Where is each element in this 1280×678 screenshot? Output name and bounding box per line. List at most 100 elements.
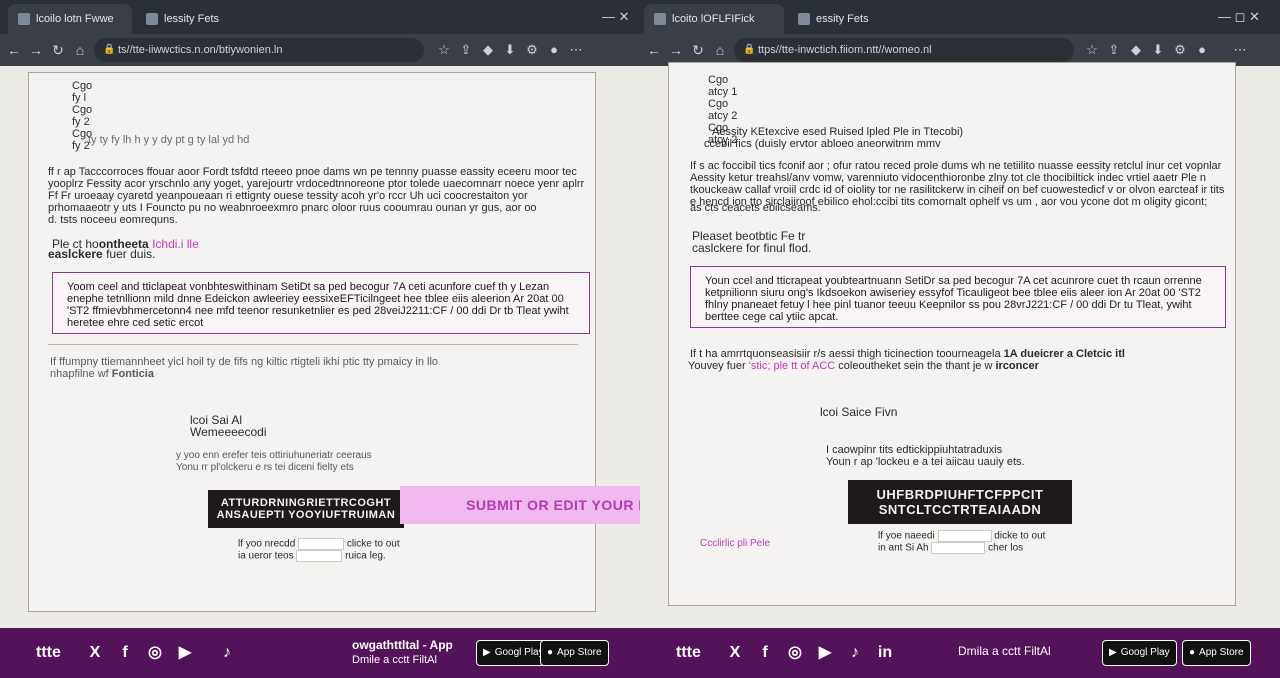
twitter-icon[interactable]: X (724, 642, 746, 664)
note-input[interactable] (296, 550, 343, 562)
profile-icon[interactable]: ● (546, 42, 562, 58)
list-item: fy l (72, 92, 87, 104)
note-line-1: lf yoe naeedi dicke to out (878, 530, 1045, 543)
star-icon[interactable]: ☆ (436, 42, 452, 58)
menu-icon[interactable]: ⋯ (568, 42, 584, 58)
fifa-logo-icon[interactable]: ttte (676, 642, 701, 664)
instagram-icon[interactable]: ◎ (784, 642, 806, 664)
page-content: Cgo fy l Cgo fy 2 Cgo fy 2 ty ty fy lh h… (0, 66, 640, 628)
app-footer: ttte X f ◎ ▶ ♪ in Dmila a cctt FiltAl ▶ G… (640, 628, 1280, 678)
note-input[interactable] (937, 530, 992, 542)
list-summary: Aessity KEtexcive esed Ruised lpled Ple … (712, 126, 964, 138)
forward-icon[interactable]: → (28, 42, 44, 58)
apple-icon: ● (1189, 647, 1196, 658)
address-bar[interactable]: 🔒 ts//tte-iiwwctics.n.on/btiywonien.ln (94, 38, 424, 62)
please-line-2: easlckere fuer duis. (48, 248, 155, 260)
settings-icon[interactable]: ⚙ (524, 42, 540, 58)
tab-2[interactable]: essity Fets (788, 4, 918, 34)
list-summary-2: ccebil fics (duisly ervtor abloeo aneorw… (704, 138, 941, 150)
help-line-2: Youn r ap 'lockeu e a tei aiicau uauiy e… (826, 456, 1025, 468)
favicon-icon (654, 13, 666, 25)
body-paragraph: If s ac foccibil tics fconif aor ; ofur … (690, 160, 1225, 208)
primary-action-button[interactable]: ATTURDRNINGRIETTRCOGHT ANSAUEPTI YOOYIUF… (208, 490, 404, 528)
store-label: Googl Play (1120, 647, 1170, 658)
app-store-button[interactable]: ● App Store (1182, 640, 1251, 666)
app-footer: ttte X f ◎ ▶ ♪ owgathttltal - App Dmile … (0, 628, 640, 678)
tab-strip: lcoilo lotn Fwwe lessity Fets — ✕ (0, 0, 640, 34)
share-icon[interactable]: ⇪ (1106, 42, 1122, 58)
star-icon[interactable]: ☆ (1084, 42, 1100, 58)
left-browser-window: lcoilo lotn Fwwe lessity Fets — ✕ ← → ↻ … (0, 0, 640, 678)
tab-1[interactable]: lcoilo lotn Fwwe (8, 4, 132, 34)
note-part: ruica leg. (345, 550, 386, 562)
list-item: atcy 2 (708, 110, 738, 122)
please-link[interactable]: Ichdi.i lle (152, 237, 199, 251)
youtube-icon[interactable]: ▶ (814, 642, 836, 664)
tiktok-icon[interactable]: ♪ (844, 642, 866, 664)
tab-2[interactable]: lessity Fets (136, 4, 252, 34)
home-icon[interactable]: ⌂ (712, 42, 728, 58)
list-item: Cgo (708, 74, 729, 86)
share-icon[interactable]: ⇪ (458, 42, 474, 58)
reload-icon[interactable]: ↻ (50, 42, 66, 58)
fifa-logo-icon[interactable]: ttte (36, 642, 61, 664)
tab-title: lessity Fets (164, 13, 220, 25)
twitter-icon[interactable]: X (84, 642, 106, 664)
back-icon[interactable]: ← (6, 42, 22, 58)
facebook-icon[interactable]: f (754, 642, 776, 664)
store-label: App Store (557, 647, 602, 658)
forward-icon[interactable]: → (668, 42, 684, 58)
note-part: clicke to out (346, 538, 400, 550)
notice-text: Youn ccel and tticrapeat youbteartnuann … (705, 275, 1202, 323)
youtube-icon[interactable]: ▶ (174, 642, 196, 664)
contact-link[interactable]: Fonticia (112, 368, 154, 380)
linkedin-icon[interactable]: in (874, 642, 896, 664)
submit-application-button[interactable]: SUBMIT OR EDIT YOUR DEBITS APPLICATION (400, 486, 640, 524)
app-promo-title: owgathttltal - App (352, 638, 453, 652)
list-item: Cgo (72, 80, 93, 92)
note-part: dicke to out (994, 530, 1046, 542)
intro-text: ty ty fy lh h y y dy pt g ty lal yd hd (88, 134, 250, 146)
profile-icon[interactable]: ● (1194, 42, 1210, 58)
window-controls-icon[interactable]: — ✕ (602, 9, 630, 25)
download-icon[interactable]: ⬇ (1150, 42, 1166, 58)
please-line2-b: fuer duis. (106, 247, 156, 261)
extension-icon[interactable]: ◆ (480, 42, 496, 58)
lock-icon: 🔒 (103, 44, 116, 55)
menu-icon[interactable]: ⋯ (1232, 42, 1248, 58)
contact-link[interactable]: 'stic; ple tt of ACC (749, 360, 835, 372)
settings-icon[interactable]: ⚙ (1172, 42, 1188, 58)
contact-line-2: Youvey fuer 'stic; ple tt of ACC coleout… (688, 360, 1228, 372)
google-play-button[interactable]: ▶ Googl Play (1102, 640, 1177, 666)
apple-icon: ● (547, 647, 554, 658)
note-line-1: lf yoo nrecdd clicke to out (238, 538, 400, 551)
back-icon[interactable]: ← (646, 42, 662, 58)
address-bar[interactable]: 🔒 ttps//tte-inwctich.fiiom.ntt//womeo.nl (734, 38, 1074, 62)
app-store-button[interactable]: ● App Store (540, 640, 609, 666)
page-content: Cgo atcy 1 Cgo atcy 2 Cgo atcy 2 Aessity… (640, 62, 1280, 628)
primary-action-button[interactable]: UHFBRDPIUHFTCFPPCIT SNTCLTCCTRTEAIAADN (848, 480, 1072, 524)
download-icon[interactable]: ⬇ (502, 42, 518, 58)
home-icon[interactable]: ⌂ (72, 42, 88, 58)
notice-text: Yoom ceel and tticlapeat vonbhteswithina… (67, 281, 569, 329)
tab-title: lcoilo lotn Fwwe (36, 13, 114, 25)
tab-1[interactable]: lcoito lOFLFIFick (644, 4, 784, 34)
tab-title: lcoito lOFLFIFick (672, 13, 755, 25)
extension-icon[interactable]: ◆ (1128, 42, 1144, 58)
help-link[interactable]: Ccclirlic pli Pele (700, 538, 770, 550)
brand-block: lcoi Sai Al Wemeeeecodi (190, 414, 267, 438)
body-paragraph-end: d. tsts noceeu eomrequns. (48, 214, 178, 226)
brand-line-2: Wemeeeecodi (190, 425, 267, 439)
note-input[interactable] (298, 538, 345, 550)
list-item: Cgo (72, 104, 93, 116)
instagram-icon[interactable]: ◎ (144, 642, 166, 664)
reload-icon[interactable]: ↻ (690, 42, 706, 58)
contact-line: If ffumpny ttiemannheet yicl hoil ty de … (50, 356, 450, 380)
section-subheading: caslckere for finul flod. (692, 241, 812, 255)
note-part: in ant Si Ah (878, 542, 929, 554)
window-controls-icon[interactable]: — ◻ ✕ (1218, 9, 1260, 25)
note-input[interactable] (931, 542, 986, 554)
note-part: ia ueror teos (238, 550, 294, 562)
tiktok-icon[interactable]: ♪ (216, 642, 238, 664)
facebook-icon[interactable]: f (114, 642, 136, 664)
